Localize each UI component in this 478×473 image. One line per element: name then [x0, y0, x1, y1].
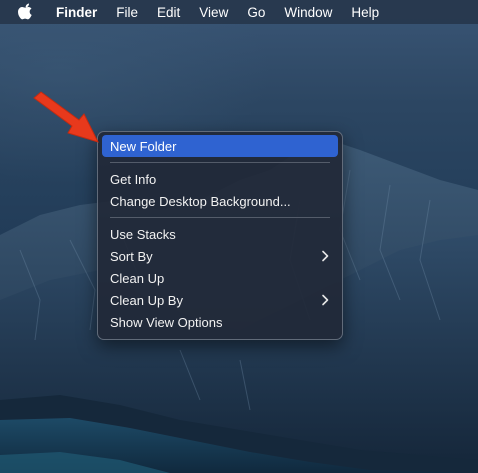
- menu-item-label: Clean Up: [110, 270, 165, 286]
- menu-item-clean-up-by[interactable]: Clean Up By: [102, 289, 338, 311]
- menu-item-get-info[interactable]: Get Info: [102, 168, 338, 190]
- menu-item-change-desktop-background[interactable]: Change Desktop Background...: [102, 190, 338, 212]
- menu-item-label: New Folder: [110, 138, 177, 154]
- menu-item-sort-by[interactable]: Sort By: [102, 245, 338, 267]
- menu-file[interactable]: File: [116, 5, 138, 20]
- menu-finder[interactable]: Finder: [56, 5, 97, 20]
- menu-item-label: Clean Up By: [110, 292, 183, 308]
- menu-go[interactable]: Go: [247, 5, 265, 20]
- menu-help[interactable]: Help: [351, 5, 379, 20]
- menu-window[interactable]: Window: [284, 5, 332, 20]
- menu-item-show-view-options[interactable]: Show View Options: [102, 311, 338, 333]
- menu-separator: [110, 217, 330, 218]
- desktop-context-menu: New Folder Get Info Change Desktop Backg…: [97, 131, 343, 340]
- menu-item-label: Get Info: [110, 171, 157, 187]
- menu-item-clean-up[interactable]: Clean Up: [102, 267, 338, 289]
- menu-item-label: Sort By: [110, 248, 153, 264]
- chevron-right-icon: [322, 294, 329, 306]
- menu-item-new-folder[interactable]: New Folder: [102, 135, 338, 157]
- red-arrow-icon: [33, 91, 99, 143]
- menu-item-label: Use Stacks: [110, 226, 176, 242]
- chevron-right-icon: [322, 250, 329, 262]
- menu-bar: Finder File Edit View Go Window Help: [0, 0, 478, 24]
- menu-item-use-stacks[interactable]: Use Stacks: [102, 223, 338, 245]
- menu-view[interactable]: View: [199, 5, 228, 20]
- menu-item-label: Change Desktop Background...: [110, 193, 291, 209]
- menu-item-label: Show View Options: [110, 314, 223, 330]
- menu-separator: [110, 162, 330, 163]
- menu-edit[interactable]: Edit: [157, 5, 180, 20]
- apple-icon[interactable]: [18, 3, 34, 20]
